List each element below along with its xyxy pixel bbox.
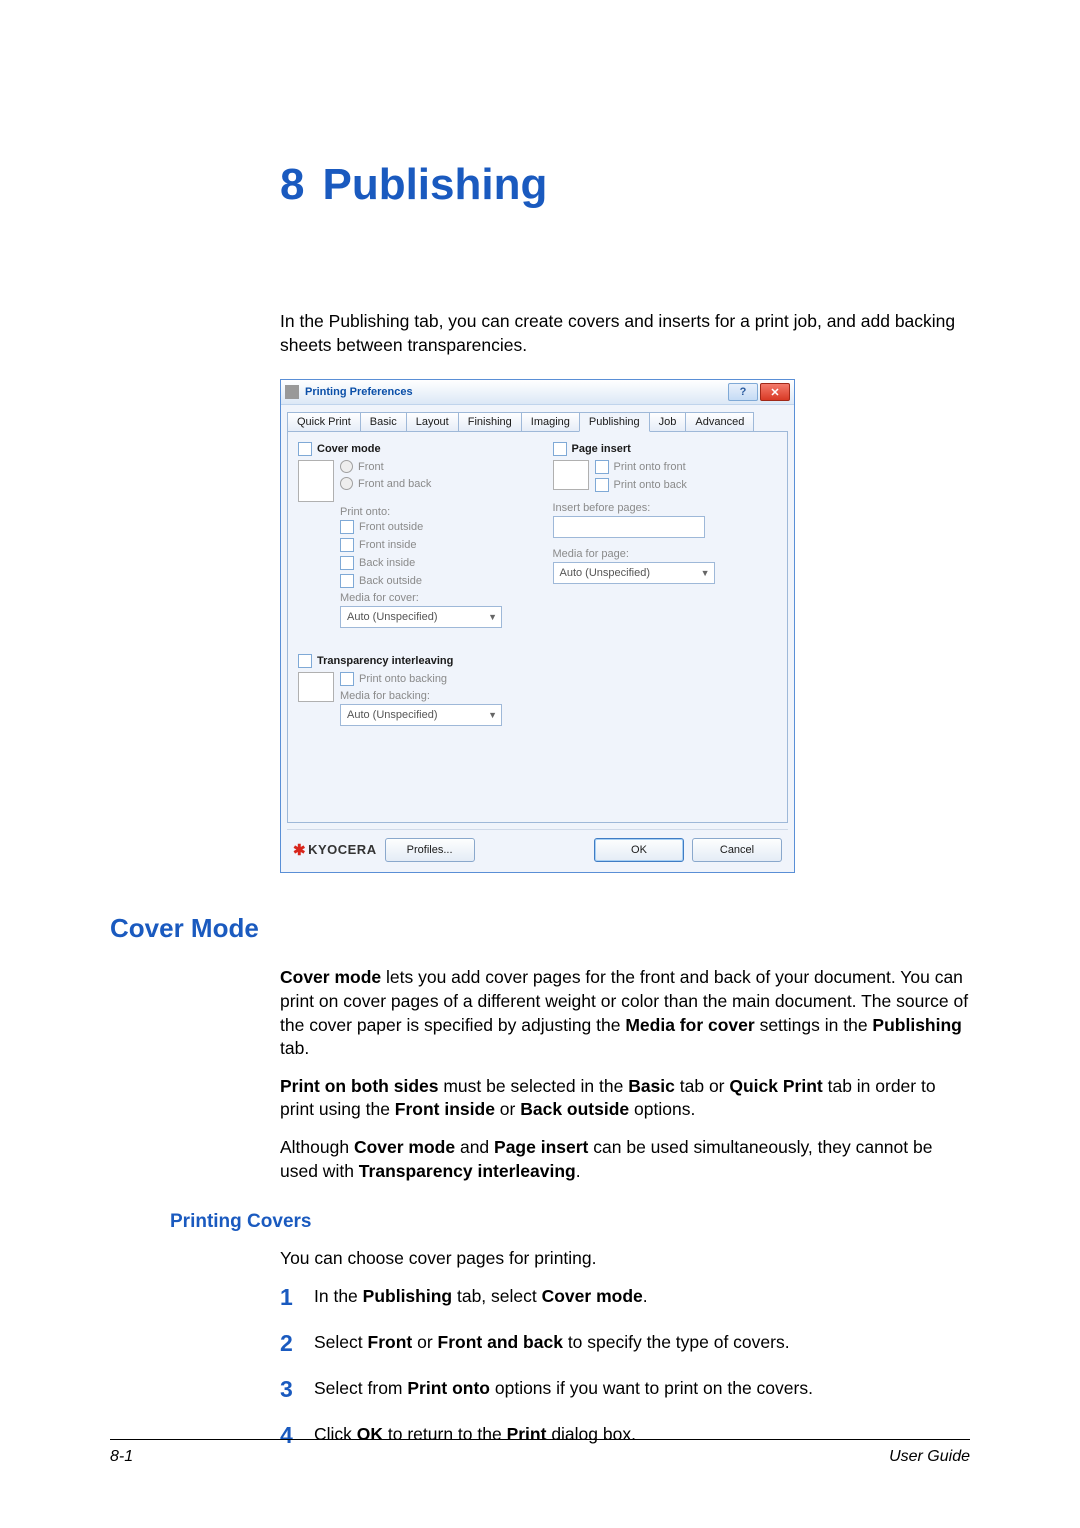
step-1: 1 In the Publishing tab, select Cover mo… <box>280 1285 970 1309</box>
step-number: 3 <box>280 1377 314 1401</box>
cover-mode-p1: Cover mode lets you add cover pages for … <box>280 966 970 1061</box>
step-number: 2 <box>280 1331 314 1355</box>
tab-layout[interactable]: Layout <box>406 412 459 432</box>
media-for-backing-label: Media for backing: <box>340 690 502 702</box>
media-for-cover-label: Media for cover: <box>340 592 523 604</box>
transparency-checkbox[interactable] <box>298 654 312 668</box>
step-2: 2 Select Front or Front and back to spec… <box>280 1331 970 1355</box>
chk-back-inside[interactable] <box>340 556 354 570</box>
page-footer: 8-1 User Guide <box>110 1439 970 1466</box>
printing-covers-heading: Printing Covers <box>170 1211 970 1233</box>
chk-print-onto-backing[interactable] <box>340 672 354 686</box>
insert-before-label: Insert before pages: <box>553 502 778 514</box>
tab-strip: Quick Print Basic Layout Finishing Imagi… <box>281 405 794 431</box>
page-insert-checkbox[interactable] <box>553 442 567 456</box>
radio-front-and-back[interactable] <box>340 477 353 490</box>
chevron-down-icon: ▼ <box>701 568 710 578</box>
media-for-cover-combo[interactable]: Auto (Unspecified) ▼ <box>340 606 502 628</box>
tab-quick-print[interactable]: Quick Print <box>287 412 361 432</box>
page-insert-label: Page insert <box>572 443 631 455</box>
cover-mode-heading: Cover Mode <box>110 913 970 944</box>
tab-publishing[interactable]: Publishing <box>579 412 650 432</box>
help-button[interactable]: ? <box>728 383 758 401</box>
transparency-thumb-icon <box>298 672 334 702</box>
dialog-title: Printing Preferences <box>305 386 726 398</box>
media-for-page-label: Media for page: <box>553 548 778 560</box>
chapter-name: Publishing <box>322 160 547 209</box>
transparency-label: Transparency interleaving <box>317 655 453 667</box>
chk-back-outside[interactable] <box>340 574 354 588</box>
dialog-footer: ✱KYOCERA Profiles... OK Cancel <box>287 829 788 872</box>
intro-paragraph: In the Publishing tab, you can create co… <box>280 310 970 357</box>
chk-print-onto-back[interactable] <box>595 478 609 492</box>
print-onto-label: Print onto: <box>340 506 523 518</box>
kyocera-logo: ✱KYOCERA <box>293 841 377 859</box>
tab-finishing[interactable]: Finishing <box>458 412 522 432</box>
page-insert-thumb-icon <box>553 460 589 490</box>
chk-front-inside[interactable] <box>340 538 354 552</box>
cover-mode-thumb-icon <box>298 460 334 502</box>
cover-mode-p2: Print on both sides must be selected in … <box>280 1075 970 1122</box>
radio-front[interactable] <box>340 460 353 473</box>
guide-label: User Guide <box>889 1448 970 1466</box>
dialog-titlebar: Printing Preferences ? ✕ <box>281 380 794 405</box>
chevron-down-icon: ▼ <box>488 612 497 622</box>
step-3: 3 Select from Print onto options if you … <box>280 1377 970 1401</box>
cover-mode-label: Cover mode <box>317 443 381 455</box>
printing-covers-intro: You can choose cover pages for printing. <box>280 1247 970 1271</box>
tab-imaging[interactable]: Imaging <box>521 412 580 432</box>
media-for-backing-combo[interactable]: Auto (Unspecified) ▼ <box>340 704 502 726</box>
tab-panel: Cover mode Front Front and back Print on… <box>287 431 788 823</box>
printing-preferences-dialog: Printing Preferences ? ✕ Quick Print Bas… <box>280 379 795 873</box>
tab-advanced[interactable]: Advanced <box>685 412 754 432</box>
step-number: 1 <box>280 1285 314 1309</box>
ok-button[interactable]: OK <box>594 838 684 862</box>
chapter-title: 8 Publishing <box>280 160 970 210</box>
tab-basic[interactable]: Basic <box>360 412 407 432</box>
close-button[interactable]: ✕ <box>760 383 790 401</box>
insert-before-input[interactable] <box>553 516 705 538</box>
chk-front-outside[interactable] <box>340 520 354 534</box>
tab-job[interactable]: Job <box>649 412 687 432</box>
page-number: 8-1 <box>110 1448 133 1466</box>
chevron-down-icon: ▼ <box>488 710 497 720</box>
app-icon <box>285 385 299 399</box>
media-for-page-combo[interactable]: Auto (Unspecified) ▼ <box>553 562 715 584</box>
chk-print-onto-front[interactable] <box>595 460 609 474</box>
cover-mode-checkbox[interactable] <box>298 442 312 456</box>
cover-mode-p3: Although Cover mode and Page insert can … <box>280 1136 970 1183</box>
profiles-button[interactable]: Profiles... <box>385 838 475 862</box>
chapter-number: 8 <box>280 160 304 209</box>
cancel-button[interactable]: Cancel <box>692 838 782 862</box>
